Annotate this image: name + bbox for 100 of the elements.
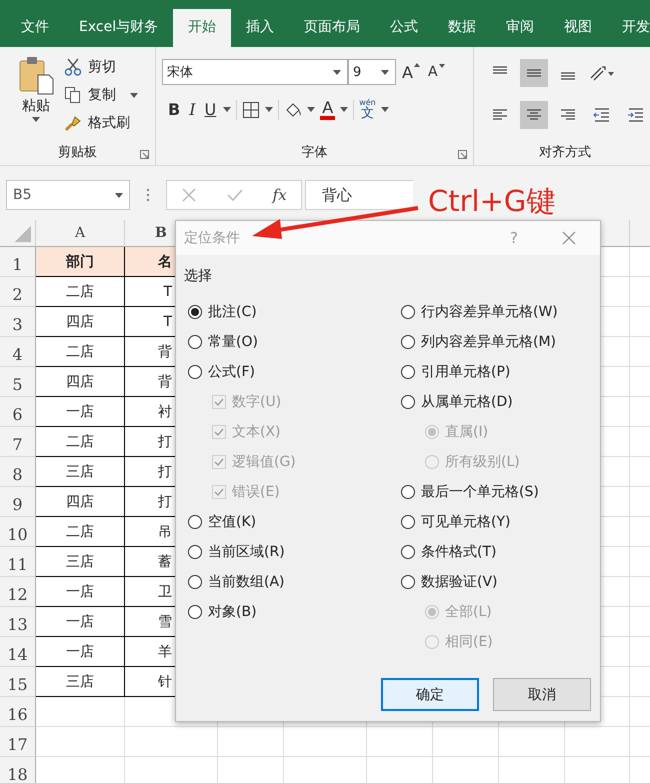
row-header[interactable]: 9 xyxy=(0,487,36,517)
option-label[interactable]: 引用单元格(P) xyxy=(421,363,510,381)
format-painter-button[interactable]: 格式刷 xyxy=(64,111,138,135)
bold-button[interactable]: B xyxy=(166,100,182,119)
copy-button[interactable]: 复制 xyxy=(64,83,138,107)
insert-function-button[interactable]: fx xyxy=(272,186,287,204)
ribbon-tab[interactable]: 开始 xyxy=(173,9,232,47)
caret-icon xyxy=(340,107,348,112)
column-header[interactable]: B xyxy=(155,225,167,241)
row-header[interactable]: 12 xyxy=(0,577,36,607)
name-box[interactable]: B5 xyxy=(6,180,130,210)
radio-button[interactable] xyxy=(188,305,202,319)
table-cell: 一店 xyxy=(36,637,125,667)
radio-button[interactable] xyxy=(188,545,202,559)
cut-button[interactable]: 剪切 xyxy=(64,55,138,79)
row-header[interactable]: 1 xyxy=(0,247,36,277)
ribbon-tab[interactable]: 公式 xyxy=(375,9,434,47)
ribbon-tab[interactable]: 视图 xyxy=(549,9,608,47)
row-header[interactable]: 7 xyxy=(0,427,36,457)
ribbon-tab[interactable]: Excel与财务 xyxy=(64,9,174,47)
radio-button[interactable] xyxy=(401,305,415,319)
align-middle-icon[interactable] xyxy=(520,59,548,87)
row-header[interactable]: 17 xyxy=(0,727,36,757)
callout-text: Ctrl+G键 xyxy=(428,183,556,220)
formula-field[interactable]: 背心 xyxy=(305,180,413,210)
cancel-button[interactable]: 取消 xyxy=(493,678,591,711)
radio-button[interactable] xyxy=(401,365,415,379)
dialog-launcher-icon[interactable] xyxy=(458,150,467,159)
row-header[interactable]: 13 xyxy=(0,607,36,637)
copy-icon xyxy=(64,86,82,104)
row-header[interactable]: 8 xyxy=(0,457,36,487)
phonetic-guide-button[interactable]: wén 文 xyxy=(359,99,376,120)
table-cell: 一店 xyxy=(36,607,125,637)
row-header[interactable]: 16 xyxy=(0,697,36,727)
ribbon-tab[interactable]: 审阅 xyxy=(491,9,550,47)
radio-button[interactable] xyxy=(188,605,202,619)
row-header[interactable]: 10 xyxy=(0,517,36,547)
increase-font-button[interactable]: A xyxy=(400,62,422,82)
caret-icon xyxy=(32,117,40,122)
underline-button[interactable]: U xyxy=(202,100,218,119)
font-color-button[interactable]: A xyxy=(320,100,336,120)
option-label[interactable]: 数据验证(V) xyxy=(421,573,498,591)
radio-button[interactable] xyxy=(188,575,202,589)
font-name-field[interactable]: 宋体 xyxy=(162,59,348,85)
table-cell: 二店 xyxy=(36,277,125,307)
dialog-launcher-icon[interactable] xyxy=(140,150,149,159)
align-center-icon[interactable] xyxy=(520,101,548,129)
ribbon-tab[interactable]: 插入 xyxy=(231,9,290,47)
table-cell xyxy=(218,727,284,757)
option-label[interactable]: 条件格式(T) xyxy=(421,543,496,561)
row-header[interactable]: 6 xyxy=(0,397,36,427)
row-header[interactable]: 15 xyxy=(0,667,36,697)
table-cell: 一店 xyxy=(36,577,125,607)
ok-button[interactable]: 确定 xyxy=(381,678,479,711)
option-label[interactable]: 列内容差异单元格(M) xyxy=(421,333,556,351)
radio-button[interactable] xyxy=(401,545,415,559)
font-size-field[interactable]: 9 xyxy=(348,59,396,85)
caret-icon xyxy=(223,107,232,112)
table-cell xyxy=(367,727,433,757)
column-header[interactable]: A xyxy=(74,225,86,241)
ribbon-tab[interactable]: 数据 xyxy=(433,9,492,47)
table-cell: 部门 xyxy=(36,247,125,277)
decrease-font-button[interactable]: A xyxy=(426,64,447,80)
ribbon-tab[interactable]: 开发 xyxy=(607,9,650,47)
radio-button[interactable] xyxy=(188,365,202,379)
option-label[interactable]: 最后一个单元格(S) xyxy=(421,483,539,501)
caret-icon xyxy=(380,107,389,112)
row-header[interactable]: 14 xyxy=(0,637,36,667)
table-cell: 四店 xyxy=(36,367,125,397)
caret-up-icon xyxy=(414,62,420,66)
caret-down-icon xyxy=(438,64,445,68)
table-cell: 一店 xyxy=(36,397,125,427)
row-header[interactable]: 11 xyxy=(0,547,36,577)
option-label[interactable]: 从属单元格(D) xyxy=(421,393,513,411)
radio-button[interactable] xyxy=(401,485,415,499)
italic-button[interactable]: I xyxy=(187,100,198,119)
radio-button[interactable] xyxy=(401,575,415,589)
radio-button[interactable] xyxy=(188,335,202,349)
option-label[interactable]: 行内容差异单元格(W) xyxy=(421,303,558,321)
paste-button[interactable]: 粘贴 xyxy=(14,55,58,139)
option-label[interactable]: 可见单元格(Y) xyxy=(421,513,510,531)
table-cell: 四店 xyxy=(36,307,125,337)
radio-button[interactable] xyxy=(401,515,415,529)
borders-icon[interactable] xyxy=(242,100,260,118)
close-icon[interactable] xyxy=(562,231,576,245)
row-header[interactable]: 18 xyxy=(0,757,36,783)
table-cell: 三店 xyxy=(36,547,125,577)
radio-button[interactable] xyxy=(188,515,202,529)
row-header[interactable]: 4 xyxy=(0,337,36,367)
row-header[interactable]: 5 xyxy=(0,367,36,397)
ribbon-tab[interactable]: 页面布局 xyxy=(289,9,376,47)
more-icon xyxy=(146,187,150,203)
clipboard-icon xyxy=(18,55,54,95)
table-cell: 二店 xyxy=(36,337,125,367)
fill-bucket-icon[interactable] xyxy=(284,100,302,118)
row-header[interactable]: 2 xyxy=(0,277,36,307)
radio-button[interactable] xyxy=(401,335,415,349)
radio-button[interactable] xyxy=(401,395,415,409)
ribbon-tab[interactable]: 文件 xyxy=(6,9,64,47)
row-header[interactable]: 3 xyxy=(0,307,36,337)
